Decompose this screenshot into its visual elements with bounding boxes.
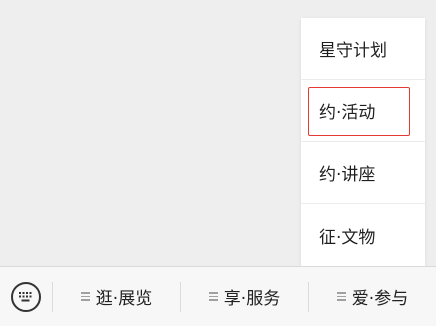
keyboard-toggle-button[interactable] <box>0 267 52 326</box>
submenu-item-collect-relics[interactable]: 征·文物 <box>301 204 425 266</box>
submenu-item-book-activity[interactable]: 约·活动 <box>301 80 425 142</box>
keyboard-icon <box>11 281 41 312</box>
menu-item-label: 逛·展览 <box>95 289 153 309</box>
bottom-menu-bar: 逛·展览 享·服务 爱·参与 <box>0 266 436 326</box>
chat-screen: 星守计划 约·活动 约·讲座 征·文物 逛·展览 享·服务 爱·参与 <box>0 0 436 326</box>
submenu-item-label: 星守计划 <box>319 41 387 61</box>
submenu-item-label: 征·文物 <box>319 227 376 248</box>
submenu-item-label: 约·活动 <box>319 103 376 123</box>
menu-lines-icon <box>336 292 346 301</box>
submenu-item-label: 约·讲座 <box>319 165 376 185</box>
menu-item-label: 爱·参与 <box>351 289 409 309</box>
menu-item-exhibitions[interactable]: 逛·展览 <box>53 267 180 326</box>
menu-item-label: 享·服务 <box>223 289 281 309</box>
menu-item-participate[interactable]: 爱·参与 <box>309 267 436 326</box>
submenu-popup: 星守计划 约·活动 约·讲座 征·文物 <box>301 18 425 266</box>
submenu-item-book-lecture[interactable]: 约·讲座 <box>301 142 425 204</box>
menu-lines-icon <box>208 292 218 301</box>
menu-item-services[interactable]: 享·服务 <box>181 267 308 326</box>
submenu-item-xingshou-plan[interactable]: 星守计划 <box>301 18 425 80</box>
menu-lines-icon <box>80 292 90 301</box>
